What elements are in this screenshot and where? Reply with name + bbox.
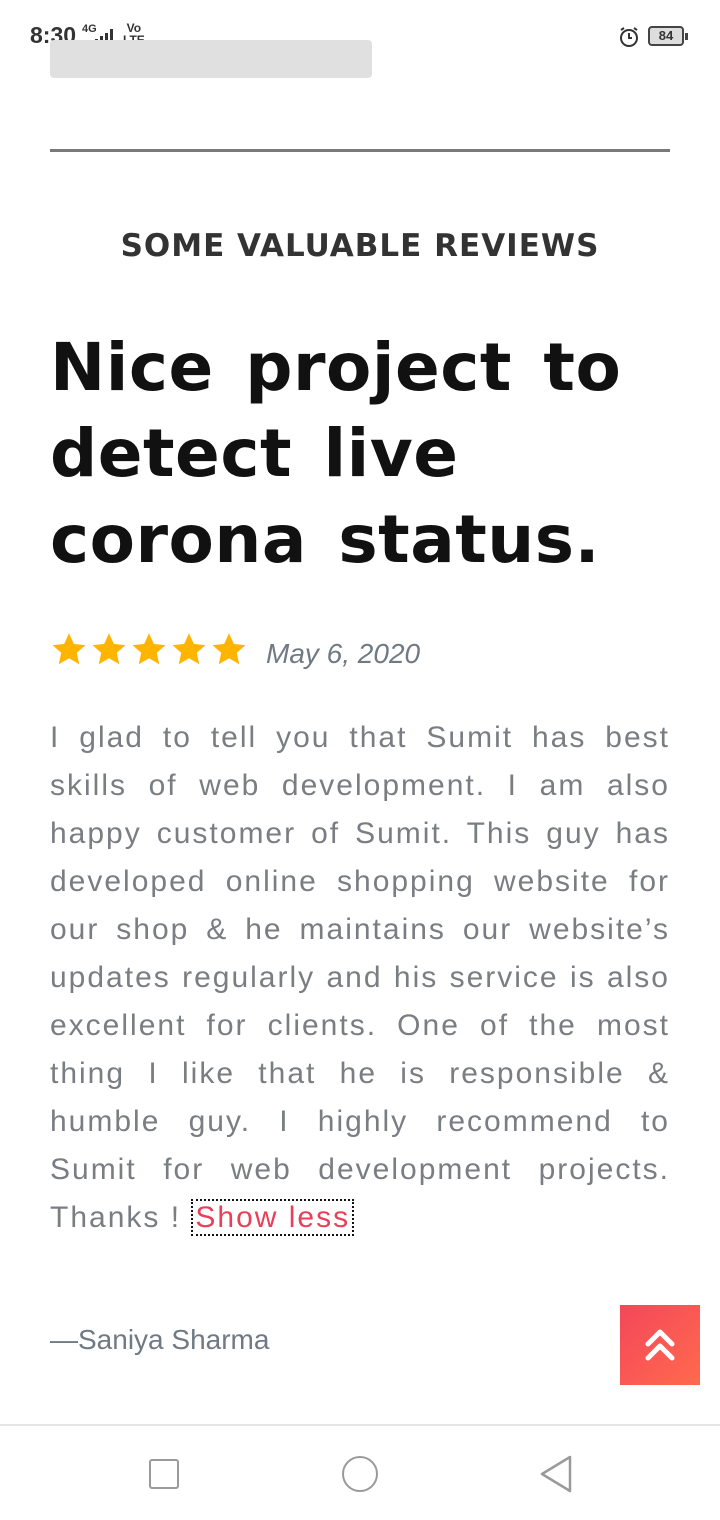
review-author: —Saniya Sharma	[50, 1324, 270, 1355]
triangle-back-icon[interactable]	[538, 1454, 574, 1494]
star-icon	[92, 633, 126, 665]
section-divider	[50, 149, 670, 152]
battery-indicator: 84	[648, 26, 688, 46]
review-rating-row: May 6, 2020	[50, 628, 420, 672]
square-icon[interactable]	[149, 1459, 179, 1489]
review-title: Nice project to detect live corona statu…	[50, 329, 622, 578]
star-icon	[52, 633, 86, 665]
previous-section-box	[50, 40, 372, 78]
review-body: I glad to tell you that Sumit has best s…	[50, 714, 670, 1242]
section-heading: SOME VALUABLE REVIEWS	[120, 228, 600, 264]
review-date: May 6, 2020	[266, 638, 421, 669]
scroll-to-top-button[interactable]	[620, 1305, 700, 1385]
show-less-link[interactable]: Show less	[191, 1199, 355, 1236]
star-icon	[172, 633, 206, 665]
navigation-bar	[0, 1424, 720, 1520]
review-body-text: I glad to tell you that Sumit has best s…	[50, 721, 670, 1234]
alarm-icon	[620, 27, 638, 47]
double-chevron-up-icon	[645, 1329, 675, 1361]
star-icon	[212, 633, 246, 665]
star-rating	[50, 631, 248, 669]
circle-icon[interactable]	[342, 1456, 378, 1492]
star-icon	[132, 633, 166, 665]
